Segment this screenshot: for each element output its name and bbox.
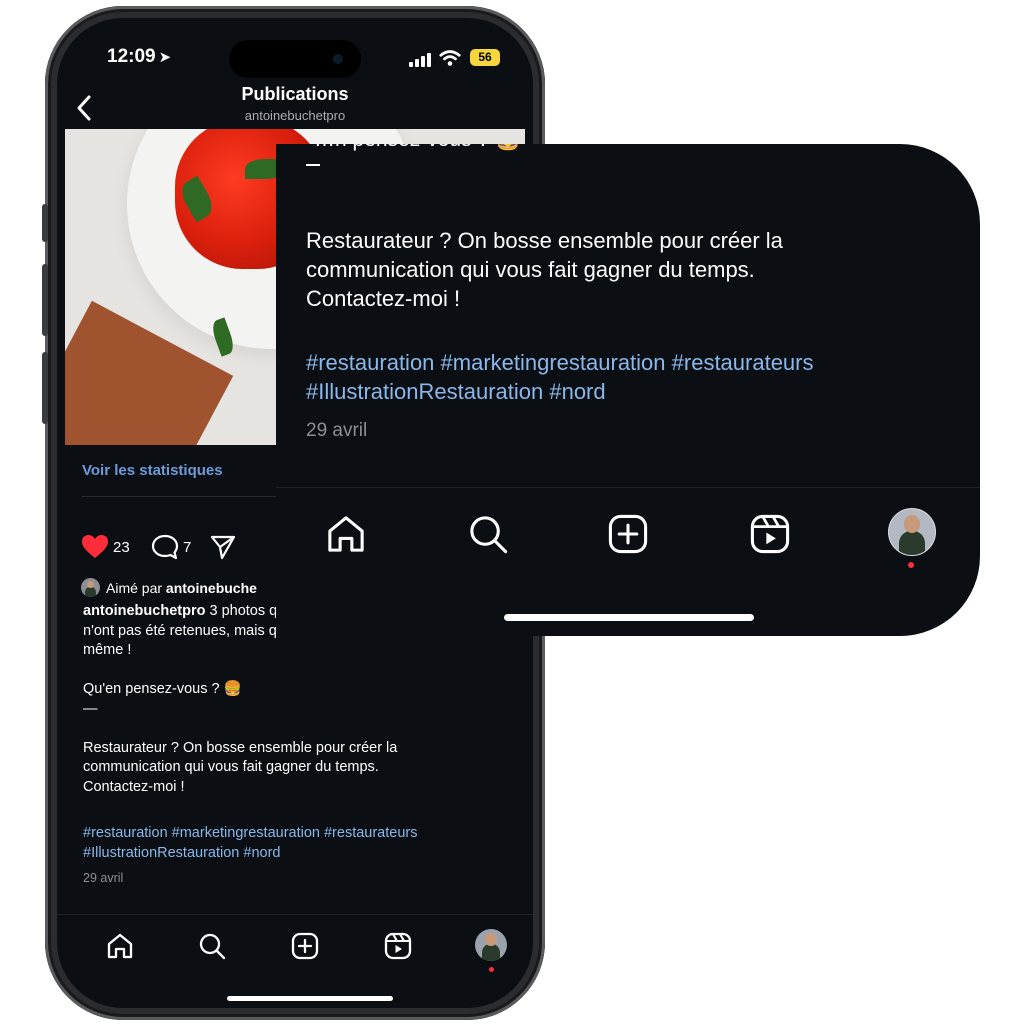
notification-dot bbox=[489, 967, 494, 972]
zoom-hashtags[interactable]: #restauration #marketingrestauration #re… bbox=[306, 348, 966, 406]
side-button bbox=[42, 204, 48, 242]
zoom-dash bbox=[306, 164, 320, 166]
signal-icon bbox=[409, 53, 431, 67]
comments-count: 7 bbox=[183, 538, 192, 556]
comment-button[interactable]: 7 bbox=[151, 534, 191, 560]
home-icon bbox=[107, 933, 133, 959]
liked-by[interactable]: Aimé par antoinebuche bbox=[81, 578, 257, 597]
home-indicator[interactable] bbox=[227, 996, 393, 1001]
zoom-tab-search[interactable] bbox=[466, 512, 510, 556]
zoom-tab-create[interactable] bbox=[606, 512, 650, 556]
notification-dot bbox=[908, 562, 914, 568]
tab-search[interactable] bbox=[197, 931, 227, 961]
create-icon bbox=[291, 932, 319, 960]
tab-create[interactable] bbox=[290, 931, 320, 961]
tab-reels[interactable] bbox=[383, 931, 413, 961]
create-icon bbox=[608, 514, 648, 554]
volume-up-button bbox=[42, 264, 48, 336]
tab-bar bbox=[57, 914, 533, 975]
caption-username[interactable]: antoinebuchetpro bbox=[83, 603, 205, 619]
page-title: Publications bbox=[241, 84, 349, 104]
zoom-tab-reels[interactable] bbox=[748, 512, 792, 556]
zoom-caption-body: Restaurateur ? On bosse ensemble pour cr… bbox=[306, 228, 783, 311]
zoom-tab-profile-avatar[interactable] bbox=[888, 508, 936, 556]
reels-icon bbox=[384, 932, 412, 960]
search-icon bbox=[470, 516, 508, 554]
zoom-cut-text: …n pensez-vous ? 🍔 bbox=[314, 144, 521, 152]
tab-home[interactable] bbox=[105, 931, 135, 961]
heart-icon bbox=[82, 535, 108, 558]
tab-profile-avatar[interactable] bbox=[475, 929, 507, 961]
zoom-home-indicator bbox=[504, 614, 754, 621]
zoomed-caption-panel: …n pensez-vous ? 🍔 Restaurateur ? On bos… bbox=[276, 144, 980, 636]
like-button[interactable]: 23 bbox=[81, 534, 130, 560]
search-icon bbox=[199, 933, 226, 960]
battery-icon: 56 bbox=[470, 49, 500, 66]
page-username[interactable]: antoinebuchetpro bbox=[57, 108, 533, 123]
view-statistics-link[interactable]: Voir les statistiques bbox=[82, 462, 223, 479]
volume-down-button bbox=[42, 352, 48, 424]
home-icon bbox=[328, 516, 364, 552]
status-time: 12:09 ➤ bbox=[107, 46, 172, 67]
send-icon bbox=[210, 535, 236, 560]
comment-icon bbox=[151, 534, 179, 560]
reels-icon bbox=[750, 514, 790, 554]
zoom-date: 29 avril bbox=[306, 420, 368, 441]
share-button[interactable] bbox=[209, 534, 237, 560]
wifi-icon bbox=[439, 50, 461, 66]
post-hashtags[interactable]: #restauration #marketingrestauration #re… bbox=[83, 824, 513, 863]
dynamic-island bbox=[229, 40, 361, 78]
location-arrow-icon: ➤ bbox=[158, 49, 172, 66]
zoom-tab-home[interactable] bbox=[324, 512, 368, 556]
post-date: 29 avril bbox=[83, 871, 124, 885]
liker-avatar bbox=[81, 578, 100, 597]
likes-count: 23 bbox=[113, 538, 130, 556]
zoom-divider bbox=[276, 487, 980, 488]
liked-by-user[interactable]: antoinebuche bbox=[166, 580, 257, 596]
